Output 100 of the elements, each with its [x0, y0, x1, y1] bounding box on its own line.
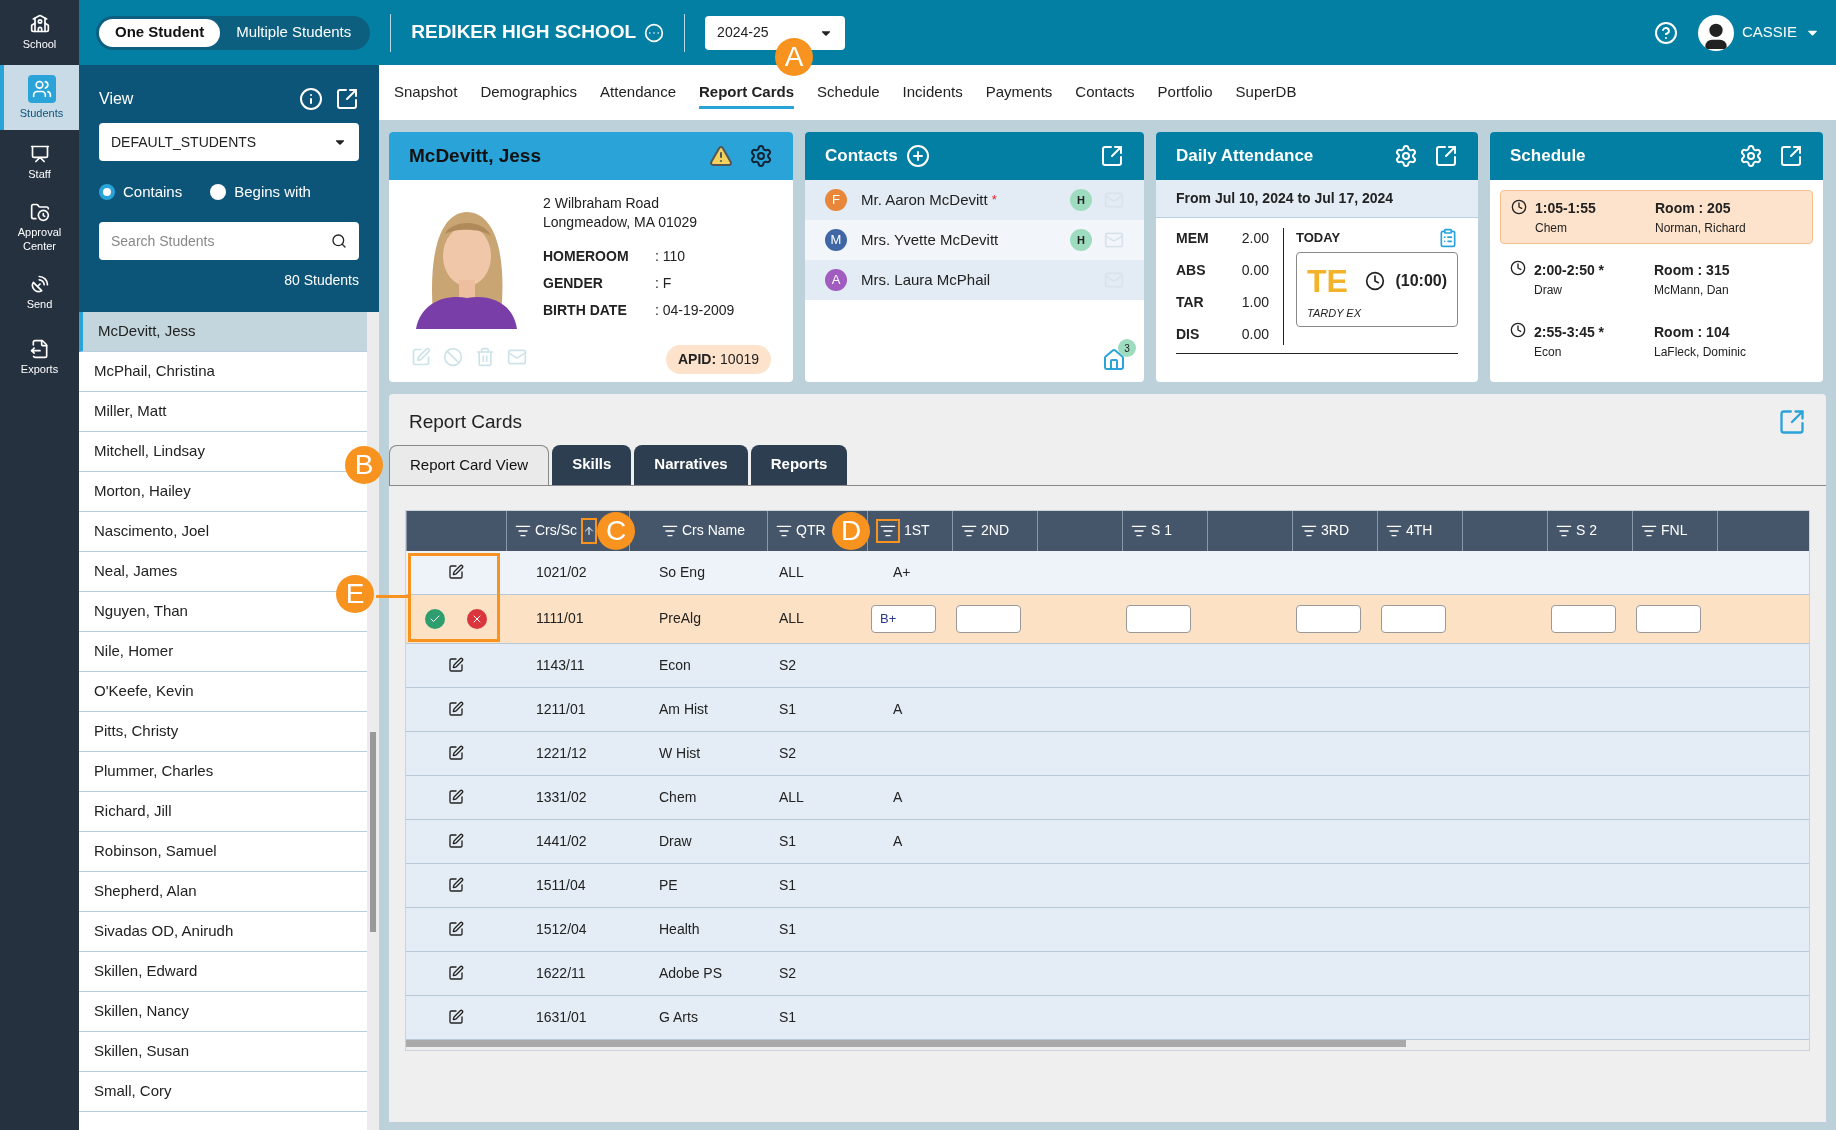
section-tab[interactable]: Demographics	[480, 76, 578, 109]
grade-row[interactable]: 1511/04 PE S1	[406, 863, 1809, 908]
edit-icon[interactable]	[448, 701, 464, 717]
callout-tooltip: D	[832, 511, 870, 550]
sort-icon[interactable]	[581, 517, 597, 544]
edit-icon[interactable]	[448, 965, 464, 981]
column-header[interactable]: Crs/Sc	[535, 520, 577, 541]
report-tab[interactable]: Report Card View	[389, 444, 550, 485]
grade-input[interactable]	[1551, 604, 1616, 633]
grade-row[interactable]: 1441/02 Draw S1 A	[406, 819, 1809, 864]
user-menu[interactable]: CASSIE	[1741, 21, 1820, 44]
grade-input[interactable]	[1126, 604, 1191, 633]
section-tab[interactable]: Report Cards	[699, 76, 795, 109]
house-icon[interactable]	[1102, 348, 1126, 372]
grade-row[interactable]: 1331/02 Chem ALL A	[406, 775, 1809, 820]
mode-option[interactable]: One Student	[99, 18, 221, 47]
column-header[interactable]: 4TH	[1406, 520, 1433, 541]
grade-row[interactable]: 1143/11 Econ S2	[406, 643, 1809, 688]
grade-input[interactable]	[956, 604, 1021, 633]
column-header[interactable]: 3RD	[1321, 520, 1349, 541]
external-link-icon[interactable]	[335, 87, 359, 111]
external-link-icon[interactable]	[1100, 144, 1124, 168]
contact-name: Mrs. Yvette McDevitt	[861, 229, 999, 250]
edit-icon[interactable]	[448, 921, 464, 937]
grade-row[interactable]: 1512/04 Health S1	[406, 907, 1809, 952]
section-tab[interactable]: Contacts	[1075, 76, 1135, 109]
grade-input[interactable]	[1636, 604, 1701, 633]
column-header[interactable]: Crs Name	[682, 520, 745, 541]
column-header[interactable]: FNL	[1661, 520, 1688, 541]
grade-input[interactable]: B+	[871, 604, 936, 633]
rail-item[interactable]: Send	[0, 260, 79, 325]
external-link-icon[interactable]	[1434, 144, 1458, 168]
contact-row[interactable]: M Mrs. Yvette McDevitt H	[805, 220, 1144, 260]
grade-row[interactable]: 1631/01 G Arts S1	[406, 995, 1809, 1040]
report-tab[interactable]: Skills	[552, 444, 632, 485]
grade-input[interactable]	[1381, 604, 1446, 633]
grade-row[interactable]: 1021/02 So Eng ALL A+	[406, 550, 1809, 595]
report-tab[interactable]: Reports	[750, 444, 848, 485]
rail-item[interactable]: Approval Center	[0, 195, 79, 260]
column-header[interactable]: QTR	[796, 520, 826, 541]
view-select[interactable]: DEFAULT_STUDENTS	[99, 123, 359, 161]
settings-icon[interactable]	[749, 144, 773, 168]
edit-icon[interactable]	[448, 657, 464, 673]
student-item[interactable]: McDevitt, Jess	[79, 312, 367, 352]
section-tab[interactable]: Portfolio	[1157, 76, 1213, 109]
settings-icon[interactable]	[1394, 144, 1418, 168]
warning-icon[interactable]	[709, 144, 733, 168]
edit-icon[interactable]	[448, 564, 464, 580]
rail-item[interactable]: Exports	[0, 325, 79, 390]
rail-item[interactable]: School	[0, 0, 79, 65]
section-tab[interactable]: Attendance	[600, 76, 676, 109]
radio-option[interactable]: Contains	[99, 181, 183, 204]
contact-initial: M	[825, 229, 847, 251]
grade-row[interactable]: 1111/01 PreAlg ALL B+	[406, 594, 1809, 644]
column-header[interactable]: S 2	[1576, 520, 1597, 541]
info-icon[interactable]	[299, 87, 323, 111]
edit-icon[interactable]	[448, 1009, 464, 1025]
radio-option[interactable]: Begins with	[210, 181, 311, 204]
column-header[interactable]: S 1	[1151, 520, 1172, 541]
grade-row[interactable]: 1221/12 W Hist S2	[406, 731, 1809, 776]
course-name: Econ	[1534, 343, 1563, 361]
callout-tooltip: C	[597, 511, 635, 550]
help-icon[interactable]	[1653, 20, 1678, 45]
edit-icon[interactable]	[448, 789, 464, 805]
settings-icon[interactable]	[1739, 144, 1763, 168]
report-tab[interactable]: Narratives	[634, 444, 748, 485]
rail-item[interactable]: Students	[0, 65, 79, 130]
mode-option[interactable]: Multiple Students	[220, 18, 368, 47]
column-header[interactable]: 1ST	[904, 520, 930, 541]
contact-row[interactable]: F Mr. Aaron McDevitt * H	[805, 180, 1144, 220]
contact-row[interactable]: A Mrs. Laura McPhail	[805, 260, 1144, 300]
grade-row[interactable]: 1211/01 Am Hist S1 A	[406, 687, 1809, 732]
more-icon[interactable]	[644, 22, 665, 43]
section-tab[interactable]: SuperDB	[1235, 76, 1297, 109]
section-tab[interactable]: Schedule	[817, 76, 880, 109]
section-tab[interactable]: Payments	[985, 76, 1053, 109]
filter-icon[interactable]	[876, 518, 900, 543]
table-cell-text: 1211/01	[535, 699, 587, 719]
schedule-item[interactable]: 2:00-2:50 * Draw Room : 315 McMann, Dan	[1500, 252, 1813, 306]
grade-input[interactable]	[1296, 604, 1361, 633]
search-icon[interactable]	[331, 232, 347, 249]
clipboard-icon[interactable]	[1438, 228, 1458, 248]
grade-row[interactable]: 1622/11 Adobe PS S2	[406, 951, 1809, 996]
edit-icon[interactable]	[448, 833, 464, 849]
external-link-icon[interactable]	[1779, 144, 1803, 168]
clock-icon	[1510, 322, 1526, 338]
rail-item[interactable]: Staff	[0, 130, 79, 195]
grade-value: A+	[892, 563, 911, 580]
add-icon[interactable]	[905, 144, 930, 168]
edit-icon[interactable]	[448, 877, 464, 893]
edit-icon[interactable]	[448, 745, 464, 761]
save-icon[interactable]	[425, 608, 445, 629]
stat-value: 2.00	[1241, 229, 1269, 248]
search-field[interactable]: Search Students	[99, 221, 359, 260]
column-header[interactable]: 2ND	[981, 520, 1009, 541]
schedule-item[interactable]: 1:05-1:55 Chem Room : 205 Norman, Richard	[1500, 190, 1813, 244]
cancel-icon[interactable]	[467, 608, 487, 629]
section-tab[interactable]: Incidents	[902, 76, 963, 109]
section-tab[interactable]: Snapshot	[394, 76, 458, 109]
schedule-item[interactable]: 2:55-3:45 * Econ Room : 104 LaFleck, Dominic	[1500, 314, 1813, 368]
